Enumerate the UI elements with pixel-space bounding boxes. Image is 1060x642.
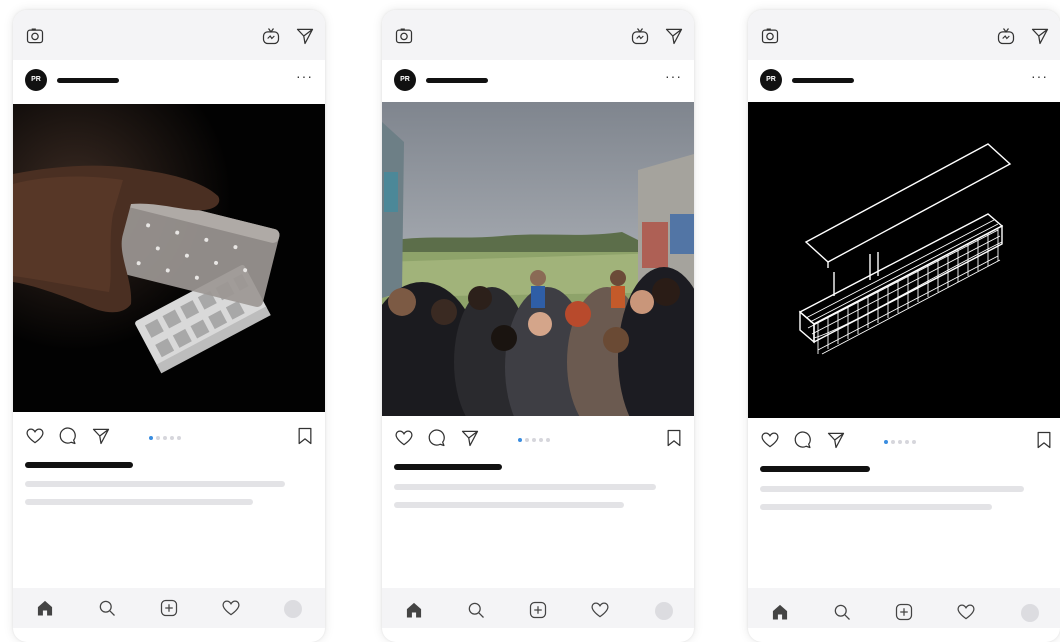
home-icon[interactable] bbox=[770, 602, 790, 622]
caption-placeholder-line bbox=[760, 504, 992, 510]
caption-placeholder-line bbox=[394, 502, 624, 508]
username-placeholder[interactable] bbox=[57, 78, 119, 83]
more-options-button[interactable]: ··· bbox=[1031, 68, 1048, 84]
post-actions bbox=[748, 426, 1060, 456]
direct-message-icon[interactable] bbox=[1030, 26, 1050, 46]
bottom-navigation bbox=[748, 588, 1060, 628]
igtv-icon[interactable] bbox=[996, 26, 1016, 46]
share-icon[interactable] bbox=[91, 426, 111, 446]
avatar[interactable]: PR bbox=[394, 69, 416, 91]
top-bar bbox=[748, 10, 1060, 60]
add-post-icon[interactable] bbox=[528, 600, 548, 620]
profile-avatar[interactable] bbox=[1021, 604, 1039, 622]
direct-message-icon[interactable] bbox=[664, 26, 684, 46]
post-image[interactable] bbox=[13, 104, 325, 412]
caption-placeholder-line bbox=[760, 486, 1024, 492]
post-actions bbox=[13, 422, 325, 452]
caption-placeholder-line bbox=[394, 484, 656, 490]
post-image[interactable] bbox=[382, 102, 694, 416]
heart-icon[interactable] bbox=[394, 428, 414, 448]
phone-mockup-3: PR ··· bbox=[748, 10, 1060, 642]
heart-icon[interactable] bbox=[760, 430, 780, 450]
share-icon[interactable] bbox=[460, 428, 480, 448]
home-icon[interactable] bbox=[404, 600, 424, 620]
camera-icon[interactable] bbox=[25, 26, 45, 46]
likes-placeholder bbox=[760, 466, 870, 472]
post-header: PR ··· bbox=[13, 60, 325, 104]
caption-placeholder-line bbox=[25, 499, 253, 505]
add-post-icon[interactable] bbox=[894, 602, 914, 622]
bookmark-icon[interactable] bbox=[1034, 430, 1054, 450]
post-header: PR ··· bbox=[748, 60, 1060, 104]
search-icon[interactable] bbox=[97, 598, 117, 618]
share-icon[interactable] bbox=[826, 430, 846, 450]
comment-icon[interactable] bbox=[426, 428, 446, 448]
direct-message-icon[interactable] bbox=[295, 26, 315, 46]
username-placeholder[interactable] bbox=[426, 78, 488, 83]
avatar[interactable]: PR bbox=[25, 69, 47, 91]
post-actions bbox=[382, 424, 694, 454]
top-bar bbox=[382, 10, 694, 60]
search-icon[interactable] bbox=[832, 602, 852, 622]
search-icon[interactable] bbox=[466, 600, 486, 620]
bookmark-icon[interactable] bbox=[295, 426, 315, 446]
bookmark-icon[interactable] bbox=[664, 428, 684, 448]
avatar[interactable]: PR bbox=[760, 69, 782, 91]
igtv-icon[interactable] bbox=[630, 26, 650, 46]
profile-avatar[interactable] bbox=[284, 600, 302, 618]
camera-icon[interactable] bbox=[760, 26, 780, 46]
add-post-icon[interactable] bbox=[159, 598, 179, 618]
comment-icon[interactable] bbox=[792, 430, 812, 450]
igtv-icon[interactable] bbox=[261, 26, 281, 46]
phone-mockup-2: PR ··· bbox=[382, 10, 694, 642]
post-image[interactable] bbox=[748, 102, 1060, 418]
activity-heart-icon[interactable] bbox=[590, 600, 610, 620]
heart-icon[interactable] bbox=[25, 426, 45, 446]
likes-placeholder bbox=[394, 464, 502, 470]
likes-placeholder bbox=[25, 462, 133, 468]
comment-icon[interactable] bbox=[57, 426, 77, 446]
bottom-navigation bbox=[13, 588, 325, 628]
camera-icon[interactable] bbox=[394, 26, 414, 46]
profile-avatar[interactable] bbox=[655, 602, 673, 620]
activity-heart-icon[interactable] bbox=[221, 598, 241, 618]
activity-heart-icon[interactable] bbox=[956, 602, 976, 622]
caption-placeholder-line bbox=[25, 481, 285, 487]
phone-mockup-1: PR ··· bbox=[13, 10, 325, 642]
post-header: PR ··· bbox=[382, 60, 694, 104]
more-options-button[interactable]: ··· bbox=[665, 68, 682, 84]
bottom-navigation bbox=[382, 588, 694, 628]
more-options-button[interactable]: ··· bbox=[296, 68, 313, 84]
top-bar bbox=[13, 10, 325, 60]
carousel-indicator bbox=[884, 440, 916, 444]
carousel-indicator bbox=[149, 436, 181, 440]
username-placeholder[interactable] bbox=[792, 78, 854, 83]
home-icon[interactable] bbox=[35, 598, 55, 618]
carousel-indicator bbox=[518, 438, 550, 442]
